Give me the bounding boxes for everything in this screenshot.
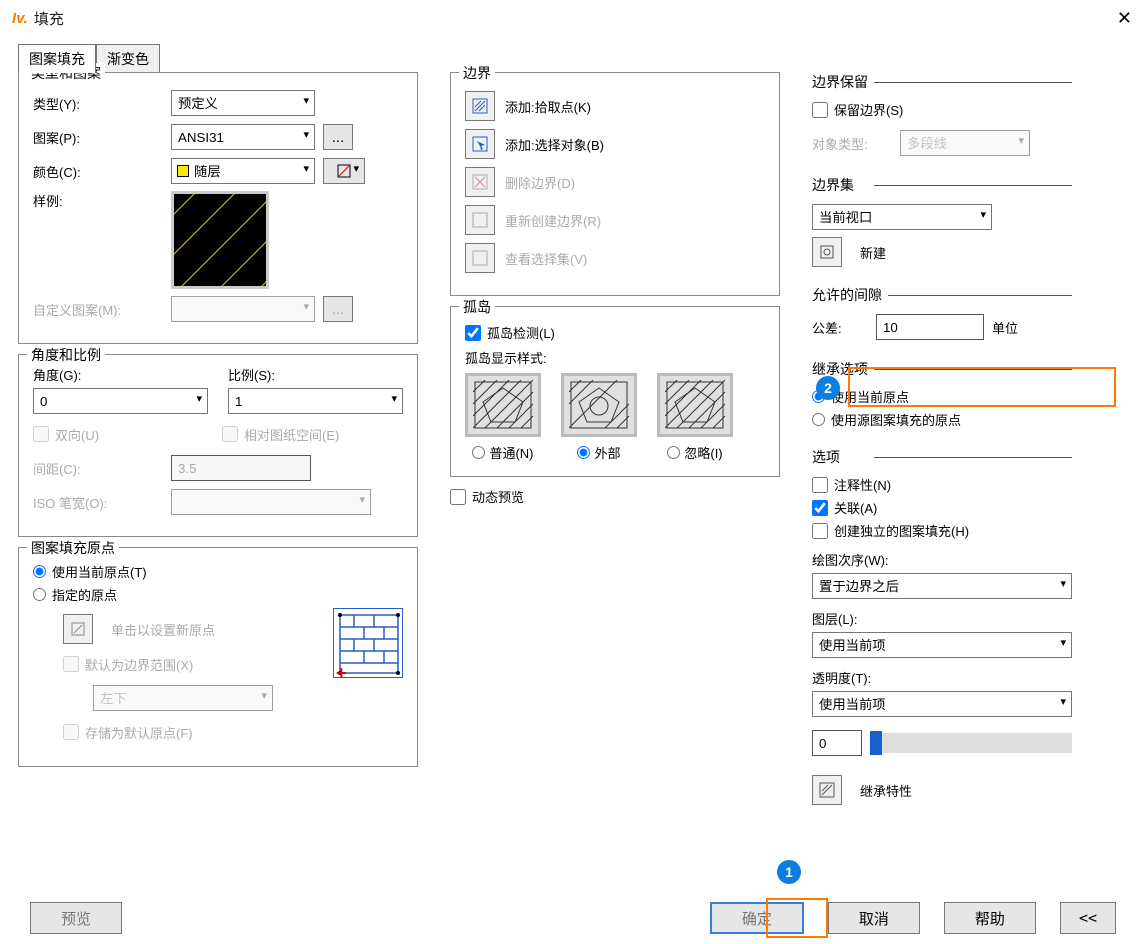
pattern-select[interactable]: ANSI31 — [171, 124, 315, 150]
annotative-checkbox[interactable] — [812, 477, 828, 493]
color-select[interactable]: 随层 — [171, 158, 315, 184]
close-button[interactable]: ✕ — [1117, 8, 1132, 29]
iso-pen-select — [171, 489, 371, 515]
legend-angle: 角度和比例 — [27, 345, 105, 365]
store-default-checkbox — [63, 724, 79, 740]
island-ignore-radio[interactable] — [667, 446, 680, 459]
origin-preview-icon: + — [333, 608, 403, 678]
inherit-source-radio[interactable] — [812, 413, 825, 426]
tab-pattern-fill[interactable]: 图案填充 — [18, 44, 96, 73]
pattern-label: 图案(P): — [33, 128, 163, 147]
add-pickpoint-button[interactable] — [465, 91, 495, 121]
legend-bound-retain: 边界保留 — [812, 72, 1072, 92]
pattern-browse-button[interactable]: ... — [323, 124, 353, 150]
background-color-button[interactable] — [323, 158, 365, 184]
inherit-props-button[interactable] — [812, 775, 842, 805]
custom-pattern-select — [171, 296, 315, 322]
add-pickpoint-label: 添加:拾取点(K) — [505, 97, 591, 116]
relpaper-checkbox — [222, 426, 238, 442]
origin-specified-radio[interactable] — [33, 588, 46, 601]
add-select-button[interactable] — [465, 129, 495, 159]
island-normal-radio[interactable] — [472, 446, 485, 459]
tab-gradient[interactable]: 渐变色 — [96, 44, 160, 73]
spacing-label: 间距(C): — [33, 459, 163, 478]
angle-select[interactable]: 0 — [33, 388, 208, 414]
callout-1: 1 — [777, 860, 801, 884]
group-island: 孤岛 孤岛检测(L) 孤岛显示样式: 普通(N) 外部 忽略(I) — [450, 306, 780, 477]
origin-current-radio[interactable] — [33, 565, 46, 578]
preview-button[interactable]: 预览 — [30, 902, 122, 934]
draw-order-select[interactable]: 置于边界之后 — [812, 573, 1072, 599]
add-select-label: 添加:选择对象(B) — [505, 135, 604, 154]
color-label: 颜色(C): — [33, 162, 163, 181]
island-outer-radio[interactable] — [577, 446, 590, 459]
delete-boundary-button — [465, 167, 495, 197]
inherit-props-label: 继承特性 — [860, 781, 912, 800]
boundset-select[interactable]: 当前视口 — [812, 204, 992, 230]
type-label: 类型(Y): — [33, 94, 163, 113]
transparency-number-input[interactable] — [812, 730, 862, 756]
app-logo: Iv. — [12, 10, 28, 27]
sample-label: 样例: — [33, 191, 163, 210]
legend-boundary: 边界 — [459, 63, 495, 83]
iso-pen-label: ISO 笔宽(O): — [33, 493, 163, 512]
island-ignore-icon[interactable] — [657, 373, 733, 437]
spacing-input — [171, 455, 311, 481]
bidir-checkbox — [33, 426, 49, 442]
recreate-boundary-button — [465, 205, 495, 235]
transparency-slider[interactable] — [870, 733, 1072, 753]
svg-text:+: + — [336, 663, 347, 679]
legend-island: 孤岛 — [459, 297, 495, 317]
boundset-new-label: 新建 — [860, 243, 886, 262]
group-angle-scale: 角度和比例 角度(G): 0 比例(S): 1 双向(U) 相对图纸空间(E) … — [18, 354, 418, 537]
cancel-button[interactable]: 取消 — [828, 902, 920, 934]
independent-checkbox[interactable] — [812, 523, 828, 539]
view-selection-button — [465, 243, 495, 273]
default-bound-checkbox — [63, 656, 79, 672]
island-outer-icon[interactable] — [561, 373, 637, 437]
island-style-label: 孤岛显示样式: — [465, 348, 765, 367]
draw-order-label: 绘图次序(W): — [812, 550, 1072, 569]
pick-origin-button — [63, 614, 93, 644]
help-button[interactable]: 帮助 — [944, 902, 1036, 934]
window-title: 填充 — [34, 8, 64, 29]
group-type-pattern: 类型和图案 类型(Y): 预定义 图案(P): ANSI31 ... 颜色(C)… — [18, 72, 418, 344]
keep-boundary-checkbox[interactable] — [812, 102, 828, 118]
pattern-preview[interactable] — [171, 191, 269, 289]
origin-pos-select: 左下 — [93, 685, 273, 711]
highlight-collapse — [766, 898, 828, 938]
associative-checkbox[interactable] — [812, 500, 828, 516]
group-hatch-origin: 图案填充原点 使用当前原点(T) 指定的原点 单击以设置新原点 默认为边界范围(… — [18, 547, 418, 767]
legend-gap: 允许的间隙 — [812, 285, 1072, 305]
scale-select[interactable]: 1 — [228, 388, 403, 414]
dynamic-preview-checkbox[interactable] — [450, 489, 466, 505]
layer-label: 图层(L): — [812, 609, 1072, 628]
collapse-button[interactable]: << — [1060, 902, 1116, 934]
angle-label: 角度(G): — [33, 365, 208, 384]
legend-bound-set: 边界集 — [812, 175, 1072, 195]
callout-2: 2 — [816, 376, 840, 400]
scale-label: 比例(S): — [228, 365, 403, 384]
highlight-tolerance — [848, 367, 1116, 407]
group-boundary: 边界 添加:拾取点(K) 添加:选择对象(B) 删除边界(D) 重新创建边界(R… — [450, 72, 780, 296]
custom-pattern-label: 自定义图案(M): — [33, 300, 163, 319]
obj-type-label: 对象类型: — [812, 134, 892, 153]
tolerance-unit: 单位 — [992, 318, 1018, 337]
transparency-select[interactable]: 使用当前项 — [812, 691, 1072, 717]
legend-origin: 图案填充原点 — [27, 538, 119, 558]
legend-options: 选项 — [812, 447, 1072, 467]
tolerance-input[interactable] — [876, 314, 984, 340]
custom-pattern-browse-button: ... — [323, 296, 353, 322]
island-detect-checkbox[interactable] — [465, 325, 481, 341]
boundset-new-icon[interactable] — [812, 237, 842, 267]
type-select[interactable]: 预定义 — [171, 90, 315, 116]
obj-type-select: 多段线 — [900, 130, 1030, 156]
transparency-label: 透明度(T): — [812, 668, 1072, 687]
island-normal-icon[interactable] — [465, 373, 541, 437]
tolerance-label: 公差: — [812, 318, 868, 337]
layer-select[interactable]: 使用当前项 — [812, 632, 1072, 658]
